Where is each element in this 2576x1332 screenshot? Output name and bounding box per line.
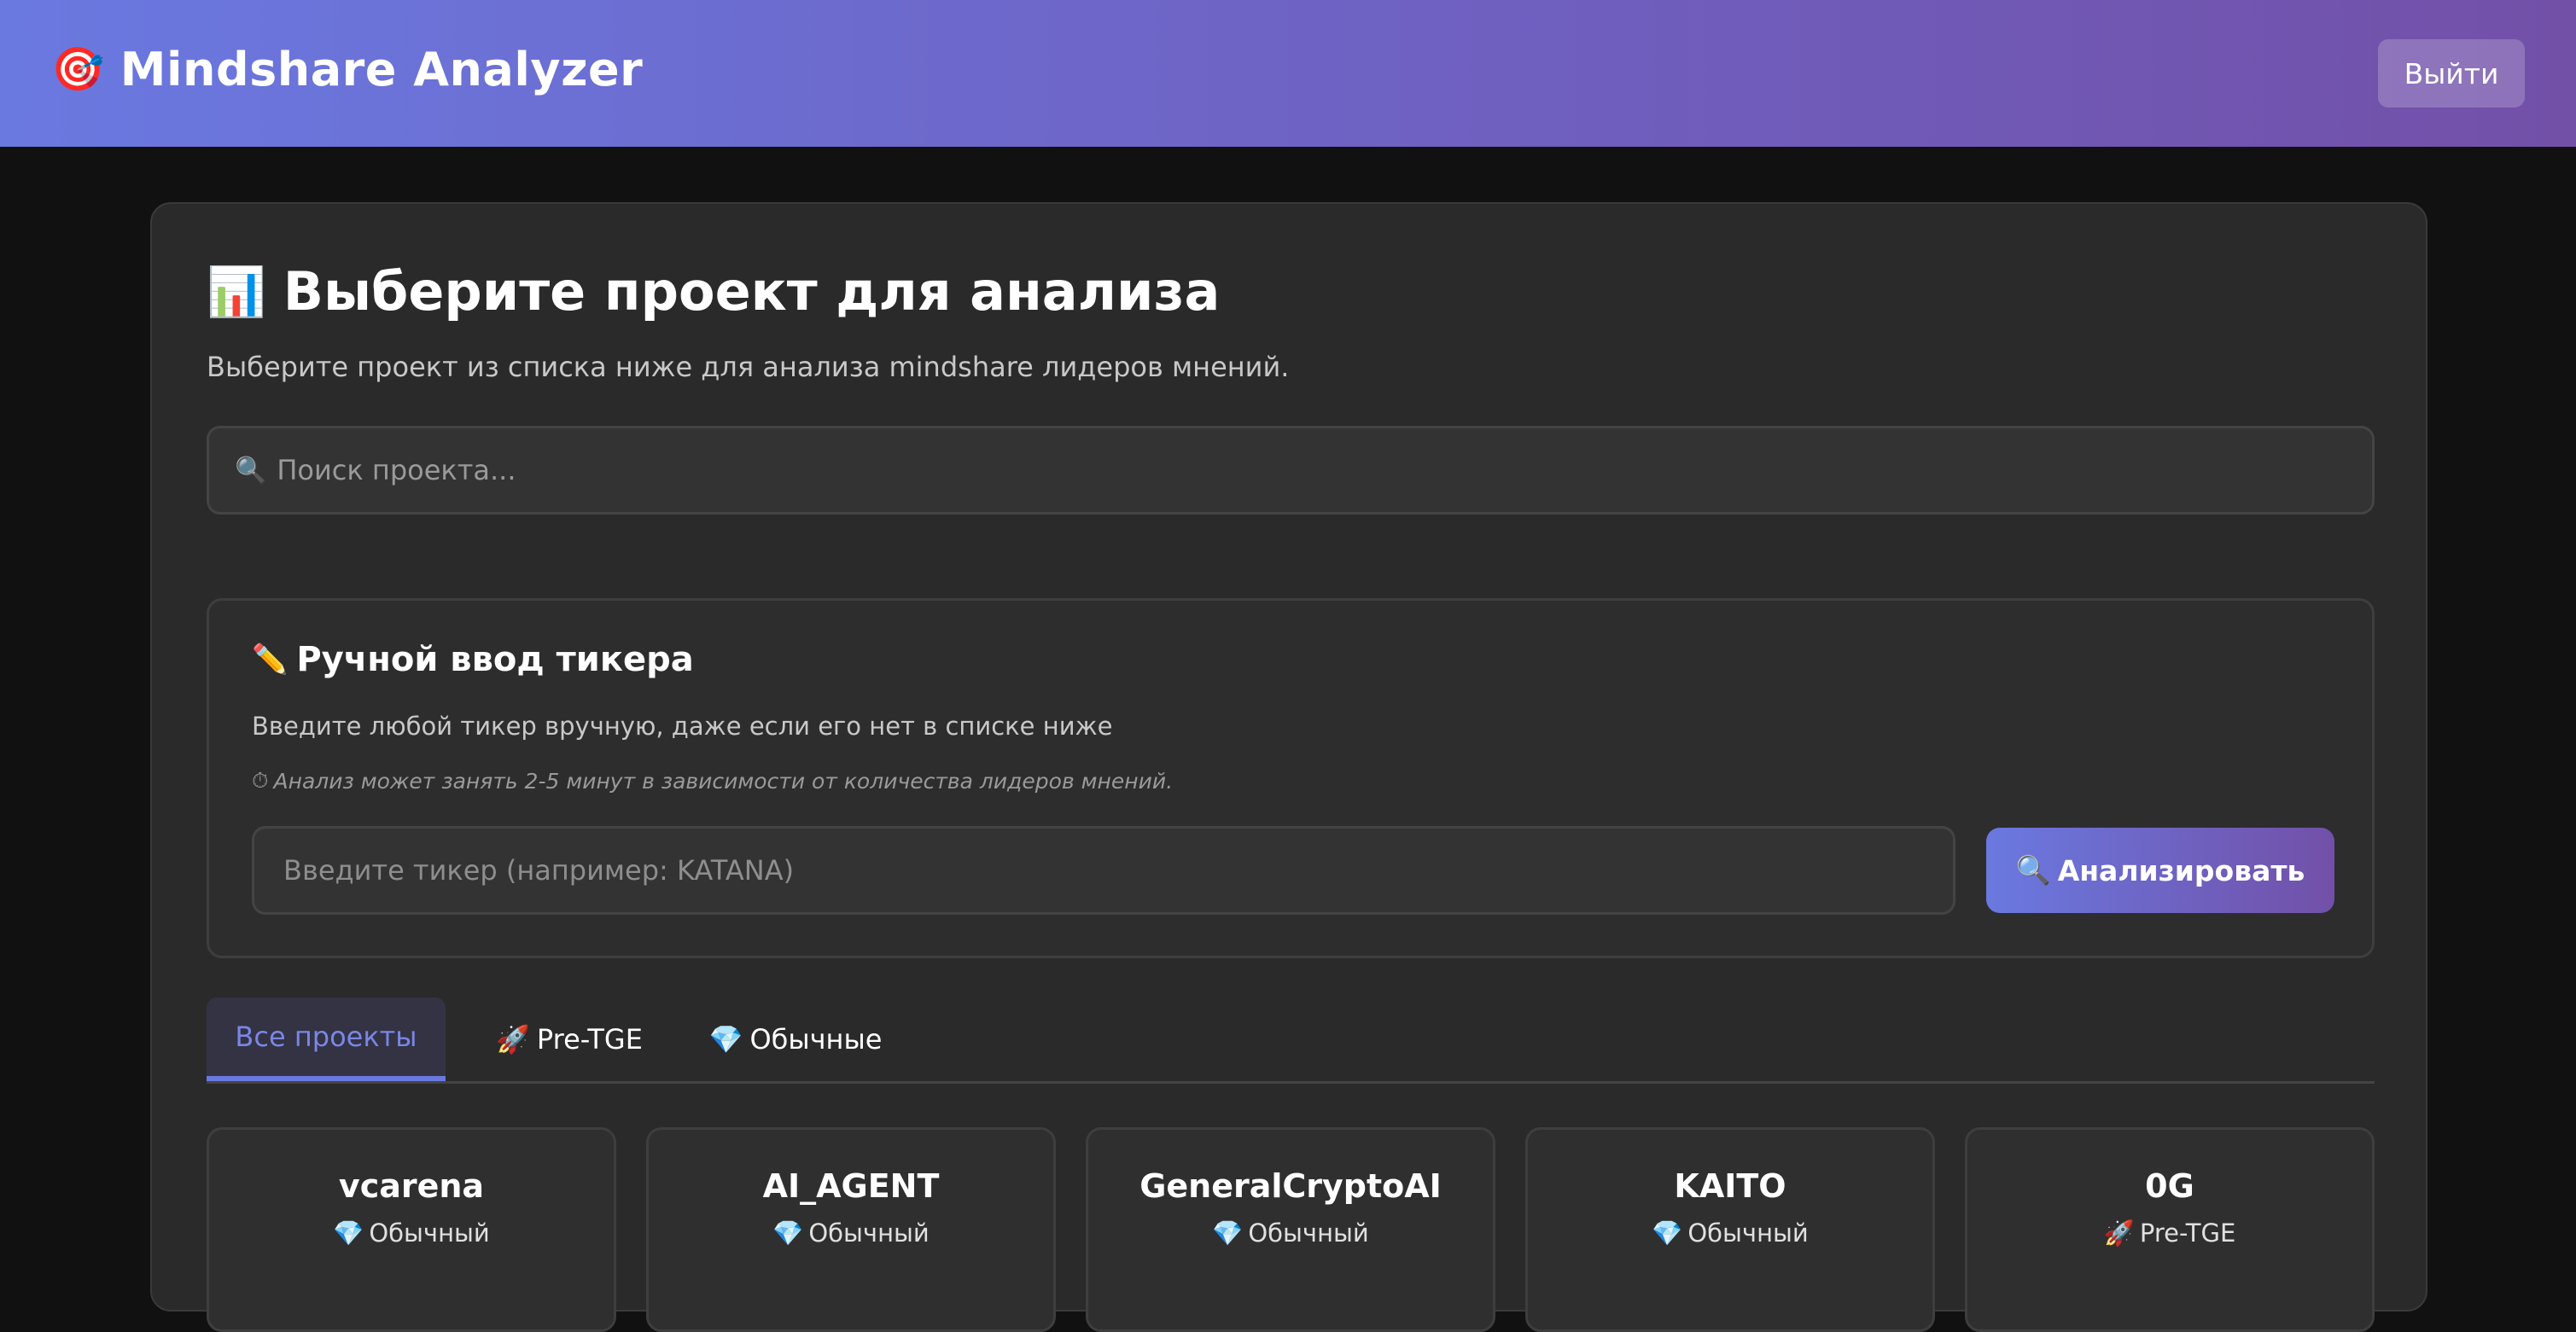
project-card[interactable]: 0G 🚀 Pre-TGE — [1965, 1127, 2375, 1332]
analysis-time-note: ⏱ Анализ может занять 2-5 минут в зависи… — [252, 768, 1173, 794]
gem-icon: 💎 — [1652, 1219, 1683, 1248]
project-type: 💎 Обычный — [1088, 1219, 1493, 1248]
project-type: 💎 Обычный — [209, 1219, 614, 1248]
search-icon: 🔍 — [2015, 853, 2051, 887]
tab-all-projects[interactable]: Все проекты — [207, 998, 446, 1081]
pencil-icon: ✏️ — [252, 643, 288, 677]
project-type-label: Pre-TGE — [2139, 1219, 2236, 1248]
target-icon: 🎯 — [51, 44, 105, 94]
project-name: 0G — [2145, 1167, 2194, 1205]
project-name: vcarena — [338, 1167, 485, 1205]
project-search[interactable]: 🔍 — [207, 426, 2375, 515]
manual-ticker-panel: ✏️ Ручной ввод тикера Введите любой тике… — [207, 598, 2375, 958]
project-selection-card: 📊 Выберите проект для анализа Выберите п… — [150, 202, 2427, 1332]
project-card[interactable]: AI_AGENT 💎 Обычный — [646, 1127, 1056, 1332]
tab-regular[interactable]: 💎 Обычные — [702, 998, 889, 1081]
project-name: AI_AGENT — [762, 1167, 940, 1205]
project-type-label: Обычный — [1687, 1219, 1809, 1248]
app-title: Mindshare Analyzer — [119, 43, 644, 96]
gem-icon: 💎 — [708, 1023, 743, 1056]
gem-icon: 💎 — [772, 1219, 804, 1248]
page-subtitle: Выберите проект из списка ниже для анали… — [207, 351, 1290, 383]
project-filter-tabs: Все проекты 🚀 Pre-TGE 💎 Обычные — [207, 998, 2375, 1084]
project-name: GeneralCryptoAI — [1139, 1167, 1442, 1205]
analyze-button[interactable]: 🔍 Анализировать — [1986, 828, 2334, 913]
project-card[interactable]: GeneralCryptoAI 💎 Обычный — [1086, 1127, 1495, 1332]
manual-ticker-description: Введите любой тикер вручную, даже если е… — [252, 712, 1113, 741]
project-type-label: Обычный — [1248, 1219, 1369, 1248]
analysis-time-note-text: Анализ может занять 2-5 минут в зависимо… — [273, 768, 1174, 794]
analyze-button-label: Анализировать — [2057, 853, 2305, 887]
page-title-text: Выберите проект для анализа — [283, 260, 1221, 323]
tab-pre-tge[interactable]: 🚀 Pre-TGE — [480, 998, 659, 1081]
manual-ticker-title-text: Ручной ввод тикера — [296, 640, 694, 679]
gem-icon: 💎 — [333, 1219, 364, 1248]
bar-chart-icon: 📊 — [207, 264, 266, 320]
top-header: 🎯 Mindshare Analyzer Выйти — [0, 0, 2576, 147]
project-card[interactable]: vcarena 💎 Обычный — [207, 1127, 616, 1332]
project-search-input[interactable] — [275, 453, 2372, 487]
gem-icon: 💎 — [1212, 1219, 1244, 1248]
ticker-field[interactable] — [252, 826, 1955, 915]
rocket-icon: 🚀 — [496, 1023, 530, 1056]
stopwatch-icon: ⏱ — [252, 768, 269, 793]
manual-ticker-title: ✏️ Ручной ввод тикера — [252, 640, 694, 679]
project-type-label: Обычный — [369, 1219, 490, 1248]
project-type: 💎 Обычный — [649, 1219, 1053, 1248]
app-brand[interactable]: 🎯 Mindshare Analyzer — [51, 43, 643, 96]
project-type: 🚀 Pre-TGE — [1967, 1219, 2372, 1248]
ticker-input[interactable] — [282, 853, 1953, 887]
page-title: 📊 Выберите проект для анализа — [207, 260, 1220, 323]
project-name: KAITO — [1674, 1167, 1786, 1205]
project-type-label: Обычный — [808, 1219, 930, 1248]
search-icon: 🔍 — [235, 455, 267, 486]
logout-button[interactable]: Выйти — [2378, 39, 2525, 108]
tab-label: Обычные — [749, 1023, 883, 1056]
rocket-icon: 🚀 — [2103, 1219, 2135, 1248]
tab-label: Все проекты — [235, 1021, 417, 1053]
project-card[interactable]: KAITO 💎 Обычный — [1525, 1127, 1935, 1332]
project-type: 💎 Обычный — [1528, 1219, 1932, 1248]
tab-label: Pre-TGE — [536, 1023, 643, 1056]
